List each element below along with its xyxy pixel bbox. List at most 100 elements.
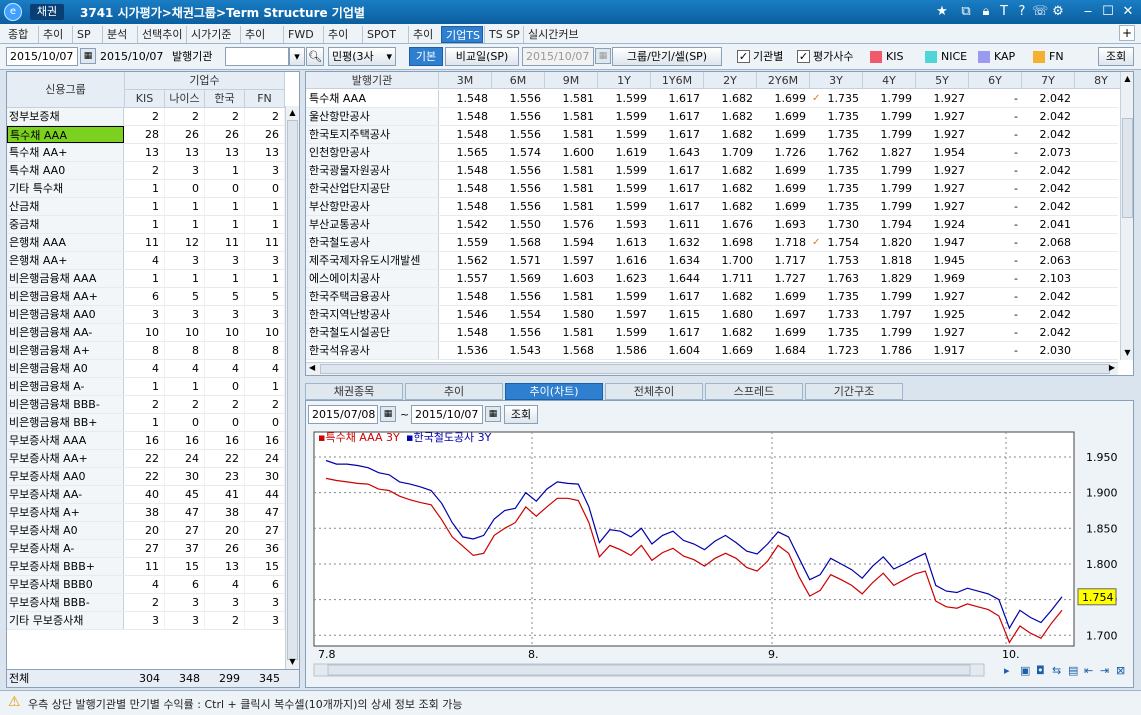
yield-cell[interactable]: 1.632: [651, 234, 704, 251]
group-maturity-cell-button[interactable]: 그룹/만기/셀(SP): [612, 47, 722, 66]
count-cell[interactable]: 15: [165, 558, 205, 575]
issuer-row[interactable]: 한국산업단지공단 1.548 1.556 1.581 1.599 1.617 1.682 1.…: [306, 180, 1124, 198]
right-horizontal-scrollbar[interactable]: ◀ ▶: [306, 362, 1118, 375]
yield-cell[interactable]: 1.581: [545, 162, 598, 179]
group-row[interactable]: 은행채 AAA 11 12 11 11: [7, 234, 285, 252]
count-cell[interactable]: 8: [125, 342, 165, 359]
count-cell[interactable]: 30: [245, 468, 285, 485]
count-cell[interactable]: 27: [165, 522, 205, 539]
yield-cell[interactable]: 1.927: [916, 108, 969, 125]
group-name[interactable]: 비은행금융채 BB+: [7, 414, 124, 431]
group-name[interactable]: 기타 특수채: [7, 180, 124, 197]
group-row[interactable]: 무보증사채 BBB+ 11 15 13 15: [7, 558, 285, 576]
yield-cell[interactable]: 1.568: [545, 342, 598, 359]
group-name[interactable]: 비은행금융채 A-: [7, 378, 124, 395]
yield-cell[interactable]: 1.556: [492, 324, 545, 341]
yield-cell[interactable]: 1.799: [863, 180, 916, 197]
right-hscroll-thumb[interactable]: [320, 364, 1110, 374]
yield-cell[interactable]: -: [969, 198, 1022, 215]
column-header[interactable]: 4Y: [863, 72, 916, 89]
yield-cell[interactable]: 1.818: [863, 252, 916, 269]
yield-cell[interactable]: -: [969, 126, 1022, 143]
yield-cell[interactable]: 1.556: [492, 126, 545, 143]
yield-cell[interactable]: 1.682: [704, 288, 757, 305]
count-cell[interactable]: 1: [125, 216, 165, 233]
issuer-name[interactable]: 한국산업단지공단: [306, 180, 439, 197]
yield-cell[interactable]: 1.581: [545, 288, 598, 305]
count-cell[interactable]: 8: [245, 342, 285, 359]
yield-cell[interactable]: 1.799: [863, 126, 916, 143]
query-button[interactable]: 조회: [1098, 47, 1134, 66]
column-header[interactable]: 2Y: [704, 72, 757, 89]
count-cell[interactable]: 2: [205, 108, 245, 125]
yield-cell[interactable]: 1.927: [916, 90, 969, 107]
lower-tab-2[interactable]: 추이(차트): [505, 383, 603, 400]
yield-cell[interactable]: -: [969, 324, 1022, 341]
chart-query-button[interactable]: 조회: [504, 405, 538, 424]
count-cell[interactable]: 3: [245, 594, 285, 611]
yield-cell[interactable]: 2.042: [1022, 90, 1075, 107]
yield-cell[interactable]: 1.927: [916, 180, 969, 197]
yield-cell[interactable]: 1.576: [545, 216, 598, 233]
group-row[interactable]: 중금채 1 1 1 1: [7, 216, 285, 234]
yield-cell[interactable]: 1.546: [439, 306, 492, 323]
issuer-row[interactable]: 한국철도공사 1.559 1.568 1.594 1.613 1.632 1.698 1.71…: [306, 234, 1124, 252]
yield-cell[interactable]: 1.571: [492, 252, 545, 269]
group-row[interactable]: 무보증사채 A0 20 27 20 27: [7, 522, 285, 540]
yield-cell[interactable]: 1.617: [651, 162, 704, 179]
yield-cell[interactable]: 1.682: [704, 324, 757, 341]
count-cell[interactable]: 1: [125, 270, 165, 287]
count-cell[interactable]: 47: [245, 504, 285, 521]
column-header[interactable]: 발행기관: [306, 72, 439, 89]
yield-cell[interactable]: 1.799: [863, 324, 916, 341]
count-cell[interactable]: 26: [165, 126, 205, 143]
issuer-row[interactable]: 한국석유공사 1.536 1.543 1.568 1.586 1.604 1.669 1.68…: [306, 342, 1124, 360]
yield-cell[interactable]: 1.799: [863, 108, 916, 125]
yield-cell[interactable]: 1.684: [757, 342, 810, 359]
yield-cell[interactable]: 1.799: [863, 288, 916, 305]
yield-cell[interactable]: 1.723: [810, 342, 863, 359]
count-cell[interactable]: 3: [165, 162, 205, 179]
issuer-row[interactable]: 부산항만공사 1.548 1.556 1.581 1.599 1.617 1.682 1.69…: [306, 198, 1124, 216]
calendar-icon[interactable]: ▦: [80, 48, 96, 64]
yield-cell[interactable]: 1.682: [704, 180, 757, 197]
yield-cell[interactable]: 1.556: [492, 198, 545, 215]
count-cell[interactable]: 0: [165, 180, 205, 197]
yield-cell[interactable]: 2.042: [1022, 108, 1075, 125]
yield-cell[interactable]: 1.945: [916, 252, 969, 269]
issuer-row[interactable]: 부산교통공사 1.542 1.550 1.576 1.593 1.611 1.676 1.69…: [306, 216, 1124, 234]
count-cell[interactable]: 0: [165, 414, 205, 431]
count-cell[interactable]: 2: [125, 594, 165, 611]
yield-cell[interactable]: 1.726: [757, 144, 810, 161]
yield-cell[interactable]: 1.927: [916, 198, 969, 215]
window-icon[interactable]: ⧉: [958, 4, 974, 20]
tab-1[interactable]: 추이: [38, 26, 68, 43]
scroll-right-icon[interactable]: ▶: [1109, 363, 1115, 372]
help-icon[interactable]: ?: [1014, 4, 1030, 20]
group-name[interactable]: 산금채: [7, 198, 124, 215]
yield-cell[interactable]: 1.617: [651, 324, 704, 341]
yield-cell[interactable]: 1.820: [863, 234, 916, 251]
count-cell[interactable]: 1: [165, 378, 205, 395]
yield-cell[interactable]: 1.611: [651, 216, 704, 233]
yield-cell[interactable]: 1.947: [916, 234, 969, 251]
column-header[interactable]: 5Y: [916, 72, 969, 89]
tab-8[interactable]: 추이: [323, 26, 357, 43]
issuer-name[interactable]: 인천항만공사: [306, 144, 439, 161]
issuer-input[interactable]: [225, 47, 289, 66]
yield-cell[interactable]: 1.581: [545, 198, 598, 215]
yield-cell[interactable]: 1.699: [757, 324, 810, 341]
tab-5[interactable]: 시가기준: [186, 26, 236, 43]
yield-cell[interactable]: 1.617: [651, 126, 704, 143]
yield-cell[interactable]: -: [969, 342, 1022, 359]
group-row[interactable]: 비은행금융채 BBB- 2 2 2 2: [7, 396, 285, 414]
count-cell[interactable]: 8: [165, 342, 205, 359]
right-scroll-thumb[interactable]: [1122, 118, 1133, 218]
count-cell[interactable]: 37: [165, 540, 205, 557]
chart-date-to-input[interactable]: 2015/10/07: [411, 405, 483, 424]
left-vertical-scrollbar[interactable]: ▲ ▼: [285, 106, 299, 669]
yield-cell[interactable]: 1.699: [757, 198, 810, 215]
yield-cell[interactable]: 1.543: [492, 342, 545, 359]
yield-cell[interactable]: 1.799: [863, 162, 916, 179]
group-name[interactable]: 특수채 AAA: [7, 126, 124, 143]
